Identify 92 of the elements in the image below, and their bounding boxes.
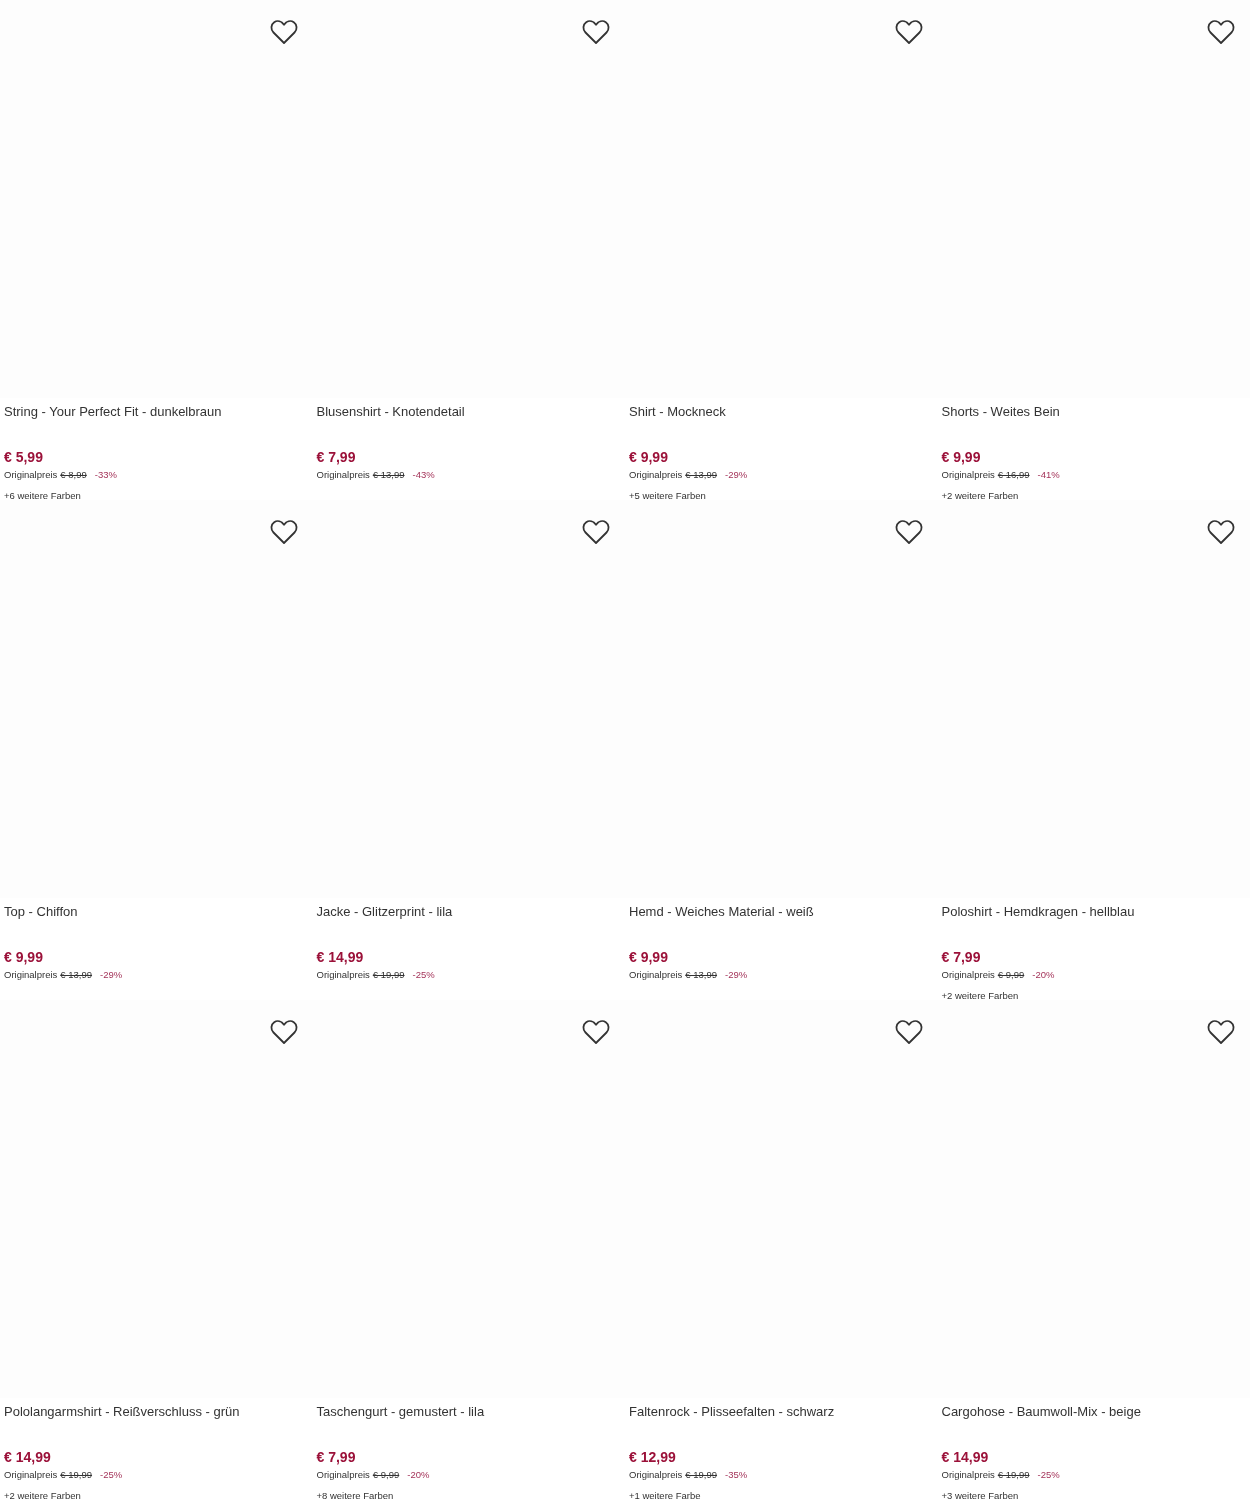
original-price-label: Originalpreis [4, 1469, 58, 1481]
product-title[interactable]: Hemd - Weiches Material - weiß [629, 904, 814, 919]
wishlist-button[interactable] [581, 1018, 611, 1046]
product-title[interactable]: Shorts - Weites Bein [941, 404, 1060, 419]
sale-price: € 14,99 [4, 1448, 51, 1466]
original-price: € 19,99 [372, 969, 405, 981]
more-colors-link[interactable]: +2 weitere Farben [941, 490, 1019, 502]
wishlist-button[interactable] [1206, 518, 1236, 546]
discount-text: -20% [407, 1469, 430, 1481]
sale-price: € 9,99 [629, 448, 668, 466]
sale-price: € 9,99 [629, 948, 668, 966]
product-title[interactable]: Pololangarmshirt - Reißverschluss - grün [4, 1404, 240, 1419]
heart-icon [582, 1019, 610, 1045]
heart-icon [1207, 19, 1235, 45]
heart-icon [894, 1019, 923, 1045]
original-price: € 19,99 [685, 1469, 718, 1481]
wishlist-button[interactable] [1206, 1018, 1236, 1046]
original-price-label: Originalpreis [629, 969, 683, 981]
original-price: € 13,99 [372, 469, 405, 481]
heart-icon [1207, 519, 1235, 545]
sale-price: € 7,99 [316, 448, 356, 466]
more-colors-link[interactable]: +6 weitere Farben [4, 490, 81, 502]
original-price-label: Originalpreis [4, 469, 58, 481]
discount-text: -29% [100, 969, 123, 981]
discount-text: -35% [725, 1469, 748, 1481]
sale-price: € 5,99 [4, 448, 43, 466]
product-title[interactable]: Jacke - Glitzerprint - lila [316, 904, 453, 919]
discount-text: -20% [1032, 969, 1055, 981]
original-price: € 13,99 [685, 469, 718, 481]
more-colors-link[interactable]: +8 weitere Farben [316, 1490, 394, 1500]
wishlist-button[interactable] [1206, 18, 1236, 46]
product-title[interactable]: Faltenrock - Plisseefalten - schwarz [629, 1404, 835, 1419]
product-title[interactable]: Cargohose - Baumwoll-Mix - beige [941, 1404, 1141, 1419]
original-price-label: Originalpreis [629, 469, 683, 481]
sale-price: € 9,99 [941, 448, 981, 466]
product-title[interactable]: Poloshirt - Hemdkragen - hellblau [941, 904, 1135, 919]
original-price: € 9,99 [997, 969, 1025, 981]
heart-icon [894, 19, 923, 45]
sale-price: € 14,99 [941, 1448, 989, 1466]
more-colors-link[interactable]: +3 weitere Farben [941, 1490, 1019, 1500]
wishlist-button[interactable] [893, 1018, 924, 1046]
more-colors-link[interactable]: +5 weitere Farben [629, 490, 706, 502]
heart-icon [1207, 1019, 1235, 1045]
original-price: € 13,99 [685, 969, 718, 981]
wishlist-button[interactable] [268, 18, 299, 46]
wishlist-button[interactable] [581, 18, 611, 46]
discount-text: -29% [725, 469, 748, 481]
product-title[interactable]: Shirt - Mockneck [629, 404, 726, 419]
original-price-label: Originalpreis [941, 469, 995, 481]
discount-text: -41% [1037, 469, 1060, 481]
product-title[interactable]: String - Your Perfect Fit - dunkelbraun [4, 404, 222, 419]
heart-icon [269, 1019, 298, 1045]
product-title[interactable]: Taschengurt - gemustert - lila [316, 1404, 485, 1419]
wishlist-button[interactable] [893, 518, 924, 546]
original-price-label: Originalpreis [941, 1469, 995, 1481]
sale-price: € 7,99 [941, 948, 981, 966]
more-colors-link[interactable]: +1 weitere Farbe [629, 1490, 701, 1500]
original-price-label: Originalpreis [316, 969, 370, 981]
original-price: € 19,99 [60, 1469, 93, 1481]
original-price-label: Originalpreis [4, 969, 58, 981]
original-price-label: Originalpreis [316, 1469, 370, 1481]
original-price: € 19,99 [997, 1469, 1030, 1481]
wishlist-button[interactable] [893, 18, 924, 46]
heart-icon [269, 19, 298, 45]
heart-icon [894, 519, 923, 545]
original-price-label: Originalpreis [629, 1469, 683, 1481]
more-colors-link[interactable]: +2 weitere Farben [941, 990, 1019, 1002]
wishlist-button[interactable] [581, 518, 611, 546]
original-price: € 9,99 [372, 1469, 400, 1481]
discount-text: -25% [1037, 1469, 1060, 1481]
sale-price: € 7,99 [316, 1448, 356, 1466]
sale-price: € 12,99 [629, 1448, 676, 1466]
original-price-label: Originalpreis [316, 469, 370, 481]
discount-text: -25% [412, 969, 435, 981]
original-price-label: Originalpreis [941, 969, 995, 981]
original-price: € 8,99 [60, 469, 87, 481]
discount-text: -29% [725, 969, 748, 981]
heart-icon [269, 519, 298, 545]
discount-text: -43% [412, 469, 435, 481]
original-price: € 13,99 [60, 969, 93, 981]
heart-icon [582, 19, 610, 45]
sale-price: € 9,99 [4, 948, 43, 966]
product-title[interactable]: Top - Chiffon [4, 904, 78, 919]
wishlist-button[interactable] [268, 1018, 299, 1046]
original-price: € 16,99 [997, 469, 1030, 481]
discount-text: -25% [100, 1469, 123, 1481]
discount-text: -33% [94, 469, 117, 481]
more-colors-link[interactable]: +2 weitere Farben [4, 1490, 81, 1500]
sale-price: € 14,99 [316, 948, 364, 966]
wishlist-button[interactable] [268, 518, 299, 546]
product-title[interactable]: Blusenshirt - Knotendetail [316, 404, 465, 419]
heart-icon [582, 519, 610, 545]
